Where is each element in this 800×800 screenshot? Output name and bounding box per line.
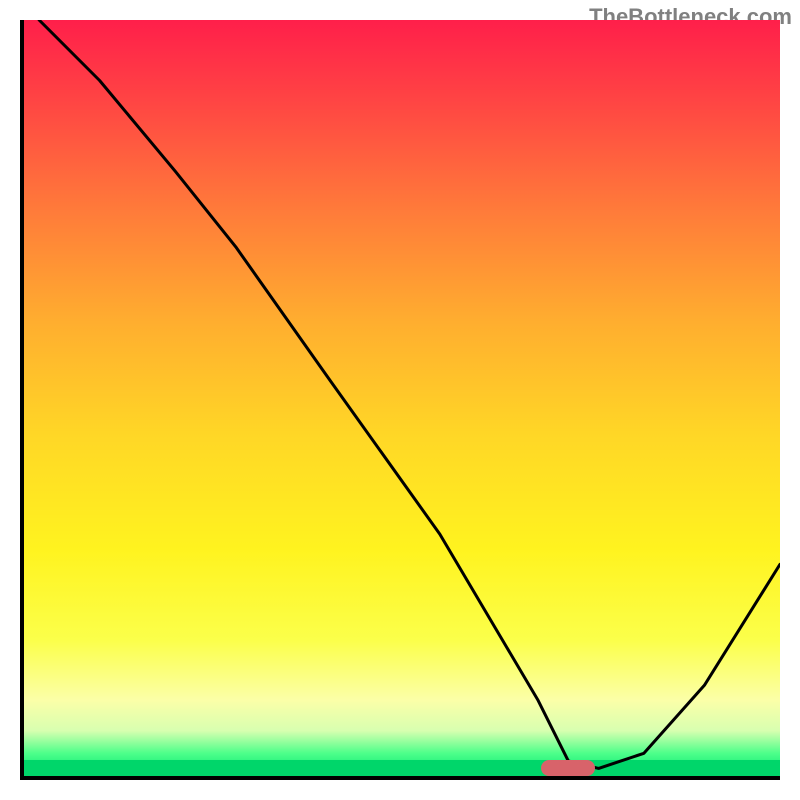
plot-area xyxy=(20,20,780,780)
chart-container: TheBottleneck.com xyxy=(0,0,800,800)
optimum-marker xyxy=(541,760,595,776)
bottleneck-curve xyxy=(24,20,780,776)
